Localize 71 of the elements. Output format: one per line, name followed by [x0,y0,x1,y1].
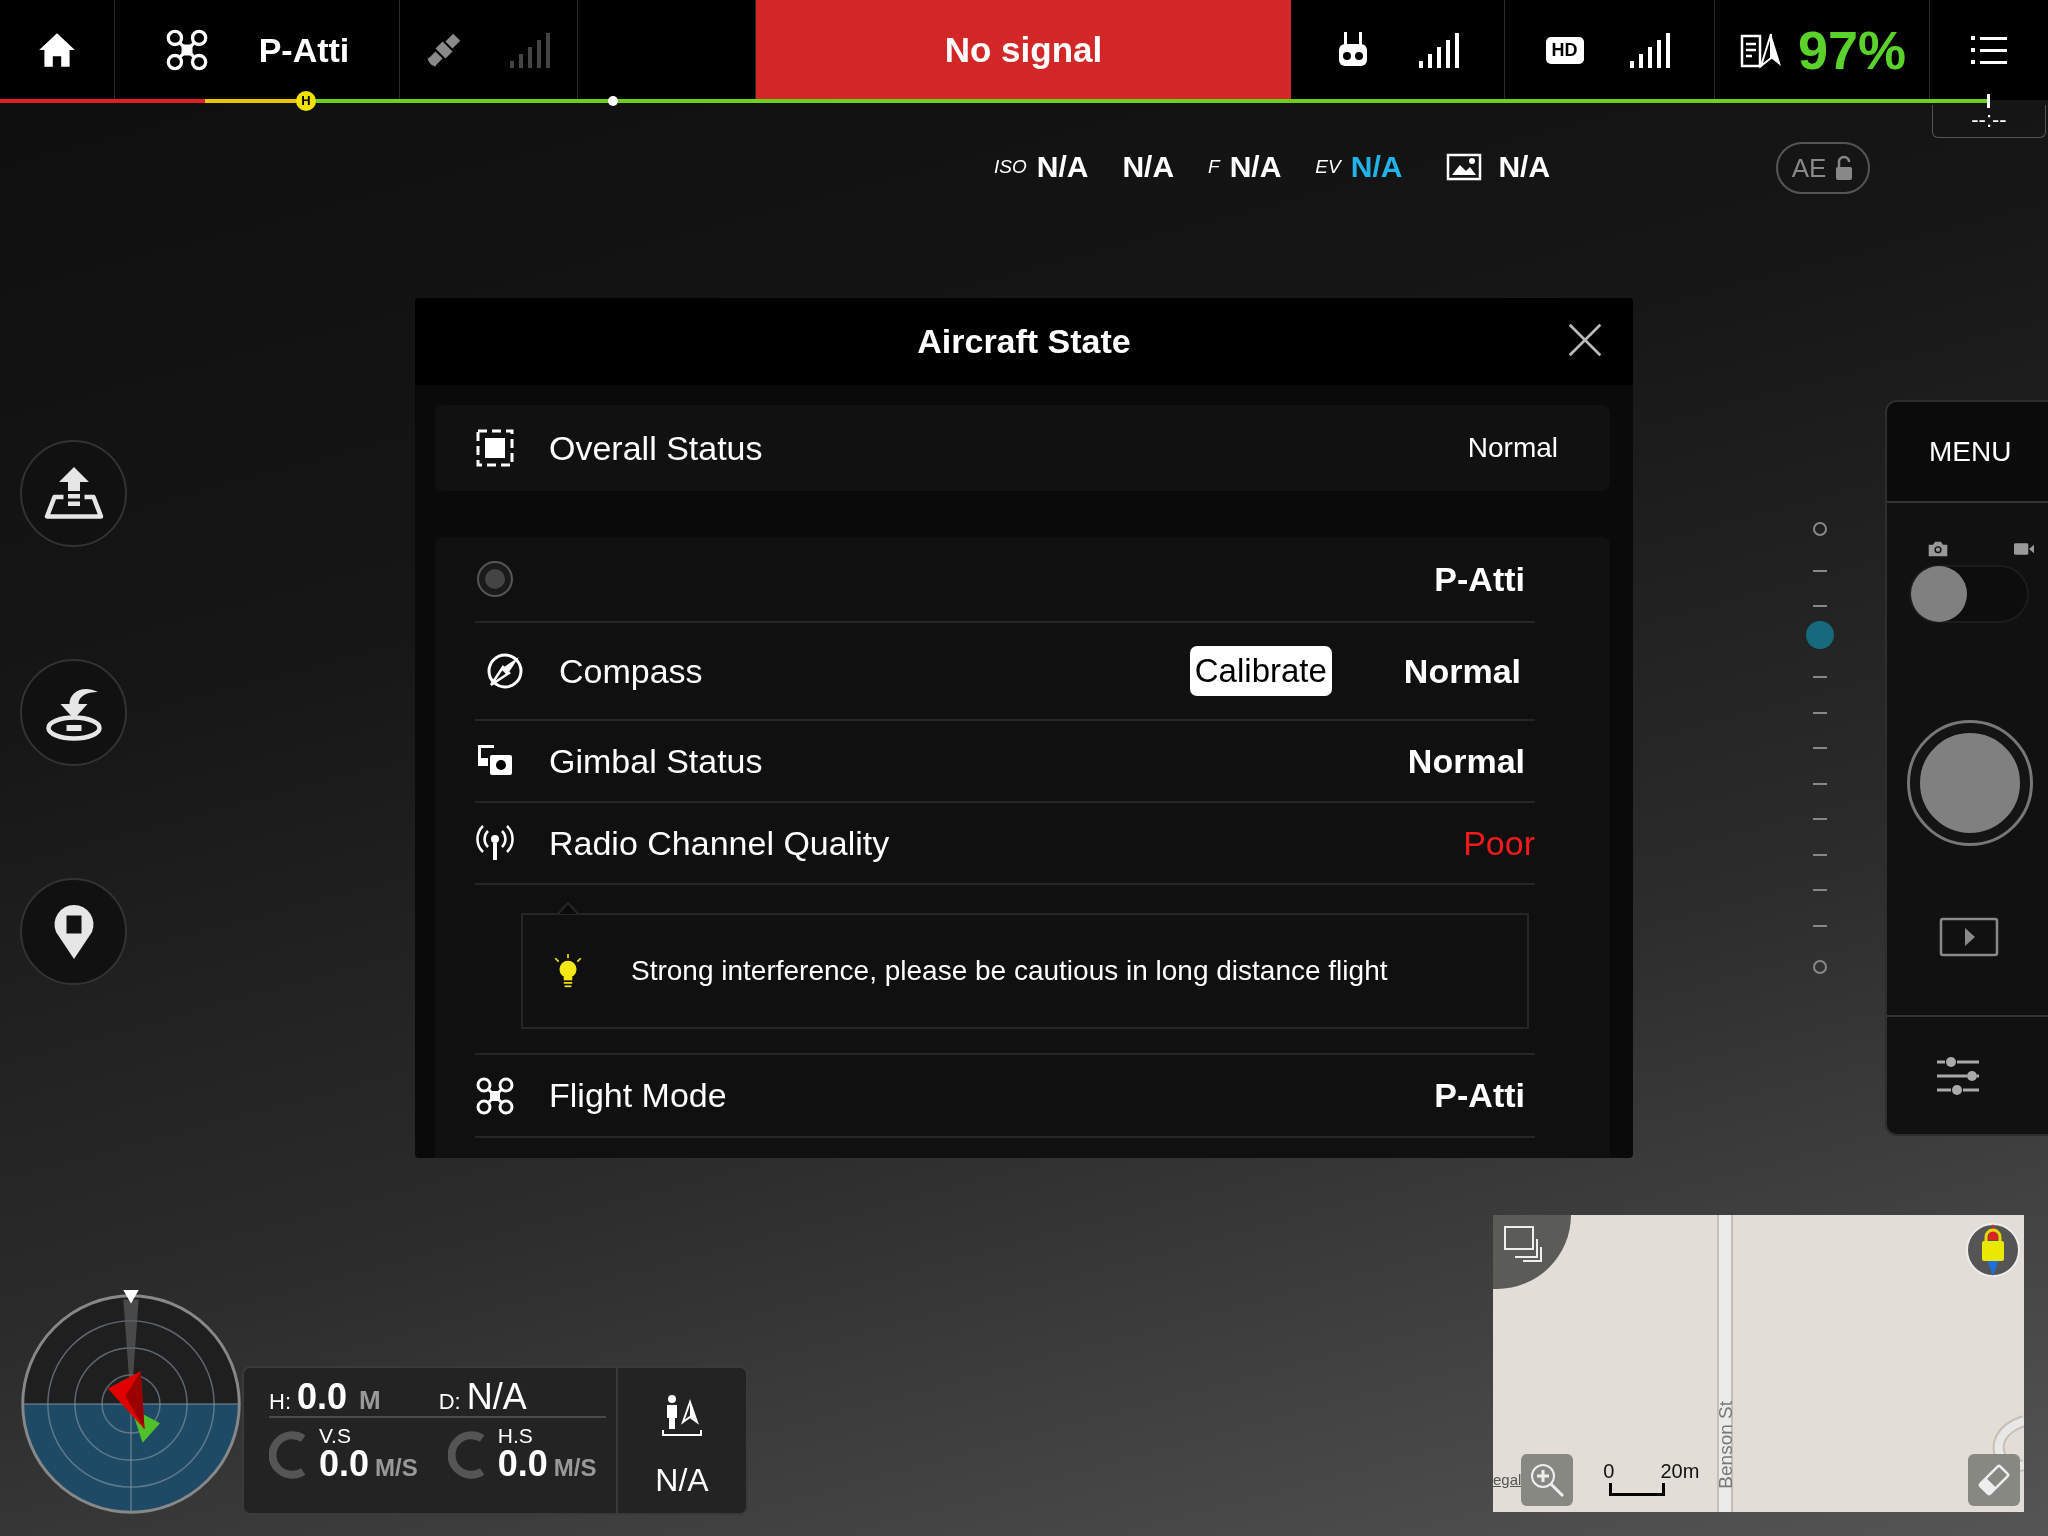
end-tick [1987,94,1990,108]
setting-label: EV [1315,156,1341,178]
status-value: Normal [1467,432,1558,464]
image-icon [1446,151,1483,183]
speed-unit: M/S [375,1454,418,1482]
antenna-icon [475,823,515,863]
setting-value: N/A [1498,150,1551,184]
status-label: Overall Status [549,428,763,468]
slider-stop-icon [1813,960,1827,974]
drone-icon[interactable] [164,28,209,72]
calibrate-button[interactable]: Calibrate [1189,646,1332,696]
menu-button[interactable]: MENU [1887,402,2048,503]
setting-label: ISO [994,156,1027,178]
slider-thumb[interactable] [1806,621,1834,649]
radio-button-icon[interactable] [475,559,515,599]
status-label: Compass [559,651,703,691]
speed-label: V.S [319,1426,352,1446]
status-value: Normal [1407,741,1525,781]
status-value: Poor [1463,823,1535,863]
alert-text: No signal [944,30,1103,70]
drone-icon [475,1075,515,1116]
gimbal-pitch-slider[interactable] [1806,522,1834,974]
setting-label: F [1208,156,1220,178]
compass-icon [485,651,525,691]
flight-timer: --:-- [1932,105,2046,138]
map-view[interactable]: Benson St egal 0 20m [1493,1215,2024,1512]
person-direction-icon[interactable] [660,1394,704,1438]
scale-label: 0 [1603,1460,1615,1483]
dialog-title: Aircraft State [917,322,1131,361]
lock-icon [1834,155,1855,181]
setting-value: N/A [1036,150,1089,184]
street-name: Benson St [1715,1401,1737,1489]
height-label: H: [269,1389,291,1415]
flight-mode-label: P-Atti [258,30,350,70]
layers-icon [1503,1225,1545,1263]
battery-percentage: 97% [1797,19,1907,81]
camera-icon [1927,539,1949,559]
scale-bar [1609,1483,1666,1496]
map-lock-button[interactable] [1966,1223,2020,1277]
home-distance-value: N/A [655,1462,709,1499]
speed-unit: M/S [553,1454,597,1482]
clear-button[interactable] [1968,1454,2020,1506]
height-unit: M [359,1385,381,1416]
home-marker: H [296,91,316,111]
hd-badge[interactable]: HD [1545,36,1584,64]
settings-icon[interactable] [1935,1055,1981,1096]
distance-label: D: [438,1389,461,1415]
playback-icon[interactable] [1939,917,1999,957]
status-label: Radio Channel Quality [549,823,890,863]
speed-value: 0.0 [319,1446,370,1482]
close-icon[interactable] [1567,322,1603,358]
distance-value: N/A [466,1376,527,1418]
status-label: Gimbal Status [549,741,763,781]
speed-label: H.S [497,1426,534,1446]
height-value: 0.0 [297,1376,348,1418]
slider-stop-icon [1813,522,1827,536]
setting-value: N/A [1229,150,1282,184]
status-value: P-Atti [1434,1076,1525,1115]
tip-text: Strong interference, please be cautious in long distance flight [631,955,1388,987]
legal-link[interactable]: egal [1493,1471,1522,1488]
aircraft-position-dot [608,96,618,106]
status-icon [475,428,515,468]
status-value: P-Atti [1434,559,1525,599]
zoom-button[interactable] [1521,1454,1574,1506]
speed-value: 0.0 [497,1446,548,1482]
ae-lock-button[interactable]: AE [1776,142,1870,194]
setting-value: N/A [1350,150,1403,184]
status-label: Flight Mode [549,1076,727,1115]
setting-value: N/A [1122,150,1175,184]
scale-label: 20m [1660,1460,1700,1483]
status-value: Normal [1403,651,1521,691]
